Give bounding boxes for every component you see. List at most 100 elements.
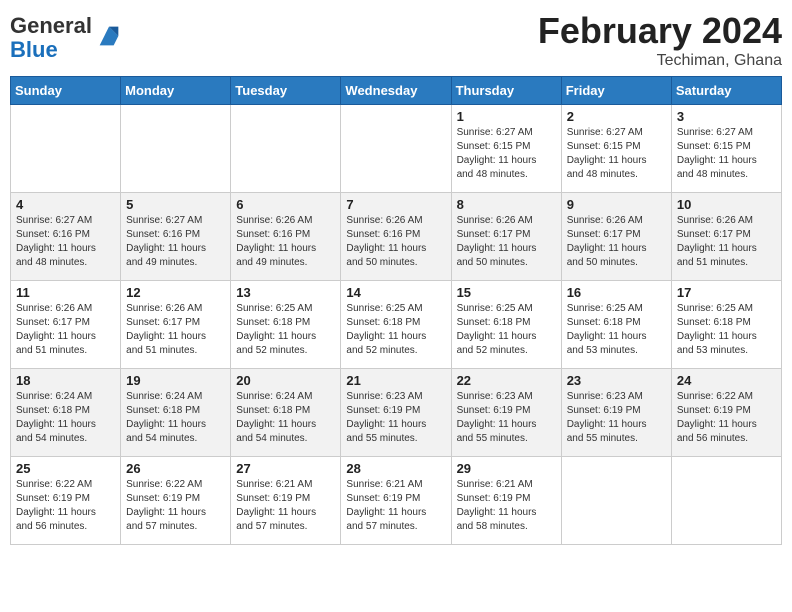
calendar-cell: 6Sunrise: 6:26 AM Sunset: 6:16 PM Daylig… <box>231 193 341 281</box>
calendar-cell: 2 Sunrise: 6:27 AM Sunset: 6:15 PM Daylig… <box>561 105 671 193</box>
calendar-cell: 12 Sunrise: 6:26 AM Sunset: 6:17 PM Dayli… <box>121 281 231 369</box>
calendar-cell: 21 Sunrise: 6:23 AM Sunset: 6:19 PM Dayli… <box>341 369 451 457</box>
day-number: 11 <box>16 285 115 300</box>
day-number: 8 <box>457 197 556 212</box>
calendar-week-row: 18 Sunrise: 6:24 AM Sunset: 6:18 PM Dayli… <box>11 369 782 457</box>
day-info: Sunrise: 6:24 AM Sunset: 6:18 PM Dayligh… <box>16 390 115 446</box>
calendar-cell: 26 Sunrise: 6:22 AM Sunset: 6:19 PM Dayli… <box>121 457 231 545</box>
calendar-cell <box>341 105 451 193</box>
calendar-cell: 4 Sunrise: 6:27 AM Sunset: 6:16 PM Daylig… <box>11 193 121 281</box>
day-info: Sunrise: 6:26 AM Sunset: 6:17 PM Dayligh… <box>16 302 115 358</box>
day-info: Sunrise: 6:26 AM Sunset: 6:16 PM Dayligh… <box>346 214 445 270</box>
day-number: 18 <box>16 373 115 388</box>
day-number: 14 <box>346 285 445 300</box>
calendar-cell: 1 Sunrise: 6:27 AM Sunset: 6:15 PM Daylig… <box>451 105 561 193</box>
day-number: 5 <box>126 197 225 212</box>
page-header: General Blue February 2024 Techiman, Gha… <box>10 10 782 70</box>
col-header-tuesday: Tuesday <box>231 77 341 105</box>
logo-icon <box>95 22 123 50</box>
calendar-cell: 23 Sunrise: 6:23 AM Sunset: 6:19 PM Dayli… <box>561 369 671 457</box>
day-number: 4 <box>16 197 115 212</box>
calendar-cell <box>671 457 781 545</box>
calendar-cell: 14 Sunrise: 6:25 AM Sunset: 6:18 PM Dayli… <box>341 281 451 369</box>
day-number: 17 <box>677 285 776 300</box>
day-number: 16 <box>567 285 666 300</box>
calendar-week-row: 1 Sunrise: 6:27 AM Sunset: 6:15 PM Daylig… <box>11 105 782 193</box>
calendar-cell: 18 Sunrise: 6:24 AM Sunset: 6:18 PM Dayli… <box>11 369 121 457</box>
day-info: Sunrise: 6:27 AM Sunset: 6:16 PM Dayligh… <box>16 214 115 270</box>
calendar-cell: 22 Sunrise: 6:23 AM Sunset: 6:19 PM Dayli… <box>451 369 561 457</box>
calendar-cell: 20 Sunrise: 6:24 AM Sunset: 6:18 PM Dayli… <box>231 369 341 457</box>
day-number: 22 <box>457 373 556 388</box>
calendar-cell: 17Sunrise: 6:25 AM Sunset: 6:18 PM Dayli… <box>671 281 781 369</box>
day-number: 10 <box>677 197 776 212</box>
day-number: 26 <box>126 461 225 476</box>
calendar-cell: 10 Sunrise: 6:26 AM Sunset: 6:17 PM Dayli… <box>671 193 781 281</box>
logo-text: General Blue <box>10 14 92 62</box>
calendar-cell <box>561 457 671 545</box>
col-header-friday: Friday <box>561 77 671 105</box>
day-info: Sunrise: 6:25 AM Sunset: 6:18 PM Dayligh… <box>457 302 556 358</box>
col-header-sunday: Sunday <box>11 77 121 105</box>
day-info: Sunrise: 6:21 AM Sunset: 6:19 PM Dayligh… <box>346 478 445 534</box>
day-number: 2 <box>567 109 666 124</box>
day-info: Sunrise: 6:27 AM Sunset: 6:15 PM Dayligh… <box>677 126 776 182</box>
calendar-cell: 7Sunrise: 6:26 AM Sunset: 6:16 PM Daylig… <box>341 193 451 281</box>
calendar-cell <box>231 105 341 193</box>
calendar-cell: 24 Sunrise: 6:22 AM Sunset: 6:19 PM Dayli… <box>671 369 781 457</box>
day-info: Sunrise: 6:23 AM Sunset: 6:19 PM Dayligh… <box>346 390 445 446</box>
day-number: 21 <box>346 373 445 388</box>
day-info: Sunrise: 6:25 AM Sunset: 6:18 PM Dayligh… <box>567 302 666 358</box>
day-info: Sunrise: 6:24 AM Sunset: 6:18 PM Dayligh… <box>236 390 335 446</box>
day-number: 29 <box>457 461 556 476</box>
day-info: Sunrise: 6:21 AM Sunset: 6:19 PM Dayligh… <box>236 478 335 534</box>
day-info: Sunrise: 6:25 AM Sunset: 6:18 PM Dayligh… <box>346 302 445 358</box>
day-number: 12 <box>126 285 225 300</box>
day-info: Sunrise: 6:27 AM Sunset: 6:16 PM Dayligh… <box>126 214 225 270</box>
day-number: 20 <box>236 373 335 388</box>
col-header-monday: Monday <box>121 77 231 105</box>
day-number: 13 <box>236 285 335 300</box>
day-number: 24 <box>677 373 776 388</box>
calendar-week-row: 25 Sunrise: 6:22 AM Sunset: 6:19 PM Dayli… <box>11 457 782 545</box>
calendar-cell: 19Sunrise: 6:24 AM Sunset: 6:18 PM Dayli… <box>121 369 231 457</box>
day-number: 9 <box>567 197 666 212</box>
logo: General Blue <box>10 14 123 62</box>
calendar-cell <box>11 105 121 193</box>
day-info: Sunrise: 6:26 AM Sunset: 6:17 PM Dayligh… <box>677 214 776 270</box>
day-info: Sunrise: 6:26 AM Sunset: 6:17 PM Dayligh… <box>126 302 225 358</box>
col-header-saturday: Saturday <box>671 77 781 105</box>
day-info: Sunrise: 6:22 AM Sunset: 6:19 PM Dayligh… <box>677 390 776 446</box>
calendar-cell: 15Sunrise: 6:25 AM Sunset: 6:18 PM Dayli… <box>451 281 561 369</box>
day-number: 19 <box>126 373 225 388</box>
calendar-week-row: 4 Sunrise: 6:27 AM Sunset: 6:16 PM Daylig… <box>11 193 782 281</box>
day-info: Sunrise: 6:21 AM Sunset: 6:19 PM Dayligh… <box>457 478 556 534</box>
day-info: Sunrise: 6:23 AM Sunset: 6:19 PM Dayligh… <box>457 390 556 446</box>
day-number: 23 <box>567 373 666 388</box>
calendar-cell <box>121 105 231 193</box>
calendar-cell: 9Sunrise: 6:26 AM Sunset: 6:17 PM Daylig… <box>561 193 671 281</box>
day-info: Sunrise: 6:22 AM Sunset: 6:19 PM Dayligh… <box>16 478 115 534</box>
calendar-cell: 3Sunrise: 6:27 AM Sunset: 6:15 PM Daylig… <box>671 105 781 193</box>
calendar-cell: 29 Sunrise: 6:21 AM Sunset: 6:19 PM Dayli… <box>451 457 561 545</box>
day-number: 28 <box>346 461 445 476</box>
calendar-table: SundayMondayTuesdayWednesdayThursdayFrid… <box>10 76 782 545</box>
calendar-cell: 11 Sunrise: 6:26 AM Sunset: 6:17 PM Dayli… <box>11 281 121 369</box>
day-info: Sunrise: 6:25 AM Sunset: 6:18 PM Dayligh… <box>236 302 335 358</box>
calendar-cell: 16 Sunrise: 6:25 AM Sunset: 6:18 PM Dayli… <box>561 281 671 369</box>
page-title: February 2024 <box>538 10 782 52</box>
calendar-cell: 25 Sunrise: 6:22 AM Sunset: 6:19 PM Dayli… <box>11 457 121 545</box>
day-number: 1 <box>457 109 556 124</box>
calendar-header-row: SundayMondayTuesdayWednesdayThursdayFrid… <box>11 77 782 105</box>
col-header-thursday: Thursday <box>451 77 561 105</box>
calendar-week-row: 11 Sunrise: 6:26 AM Sunset: 6:17 PM Dayli… <box>11 281 782 369</box>
day-info: Sunrise: 6:23 AM Sunset: 6:19 PM Dayligh… <box>567 390 666 446</box>
calendar-cell: 27Sunrise: 6:21 AM Sunset: 6:19 PM Dayli… <box>231 457 341 545</box>
col-header-wednesday: Wednesday <box>341 77 451 105</box>
day-info: Sunrise: 6:27 AM Sunset: 6:15 PM Dayligh… <box>457 126 556 182</box>
calendar-cell: 8Sunrise: 6:26 AM Sunset: 6:17 PM Daylig… <box>451 193 561 281</box>
day-info: Sunrise: 6:22 AM Sunset: 6:19 PM Dayligh… <box>126 478 225 534</box>
day-info: Sunrise: 6:27 AM Sunset: 6:15 PM Dayligh… <box>567 126 666 182</box>
calendar-cell: 28 Sunrise: 6:21 AM Sunset: 6:19 PM Dayli… <box>341 457 451 545</box>
day-number: 25 <box>16 461 115 476</box>
